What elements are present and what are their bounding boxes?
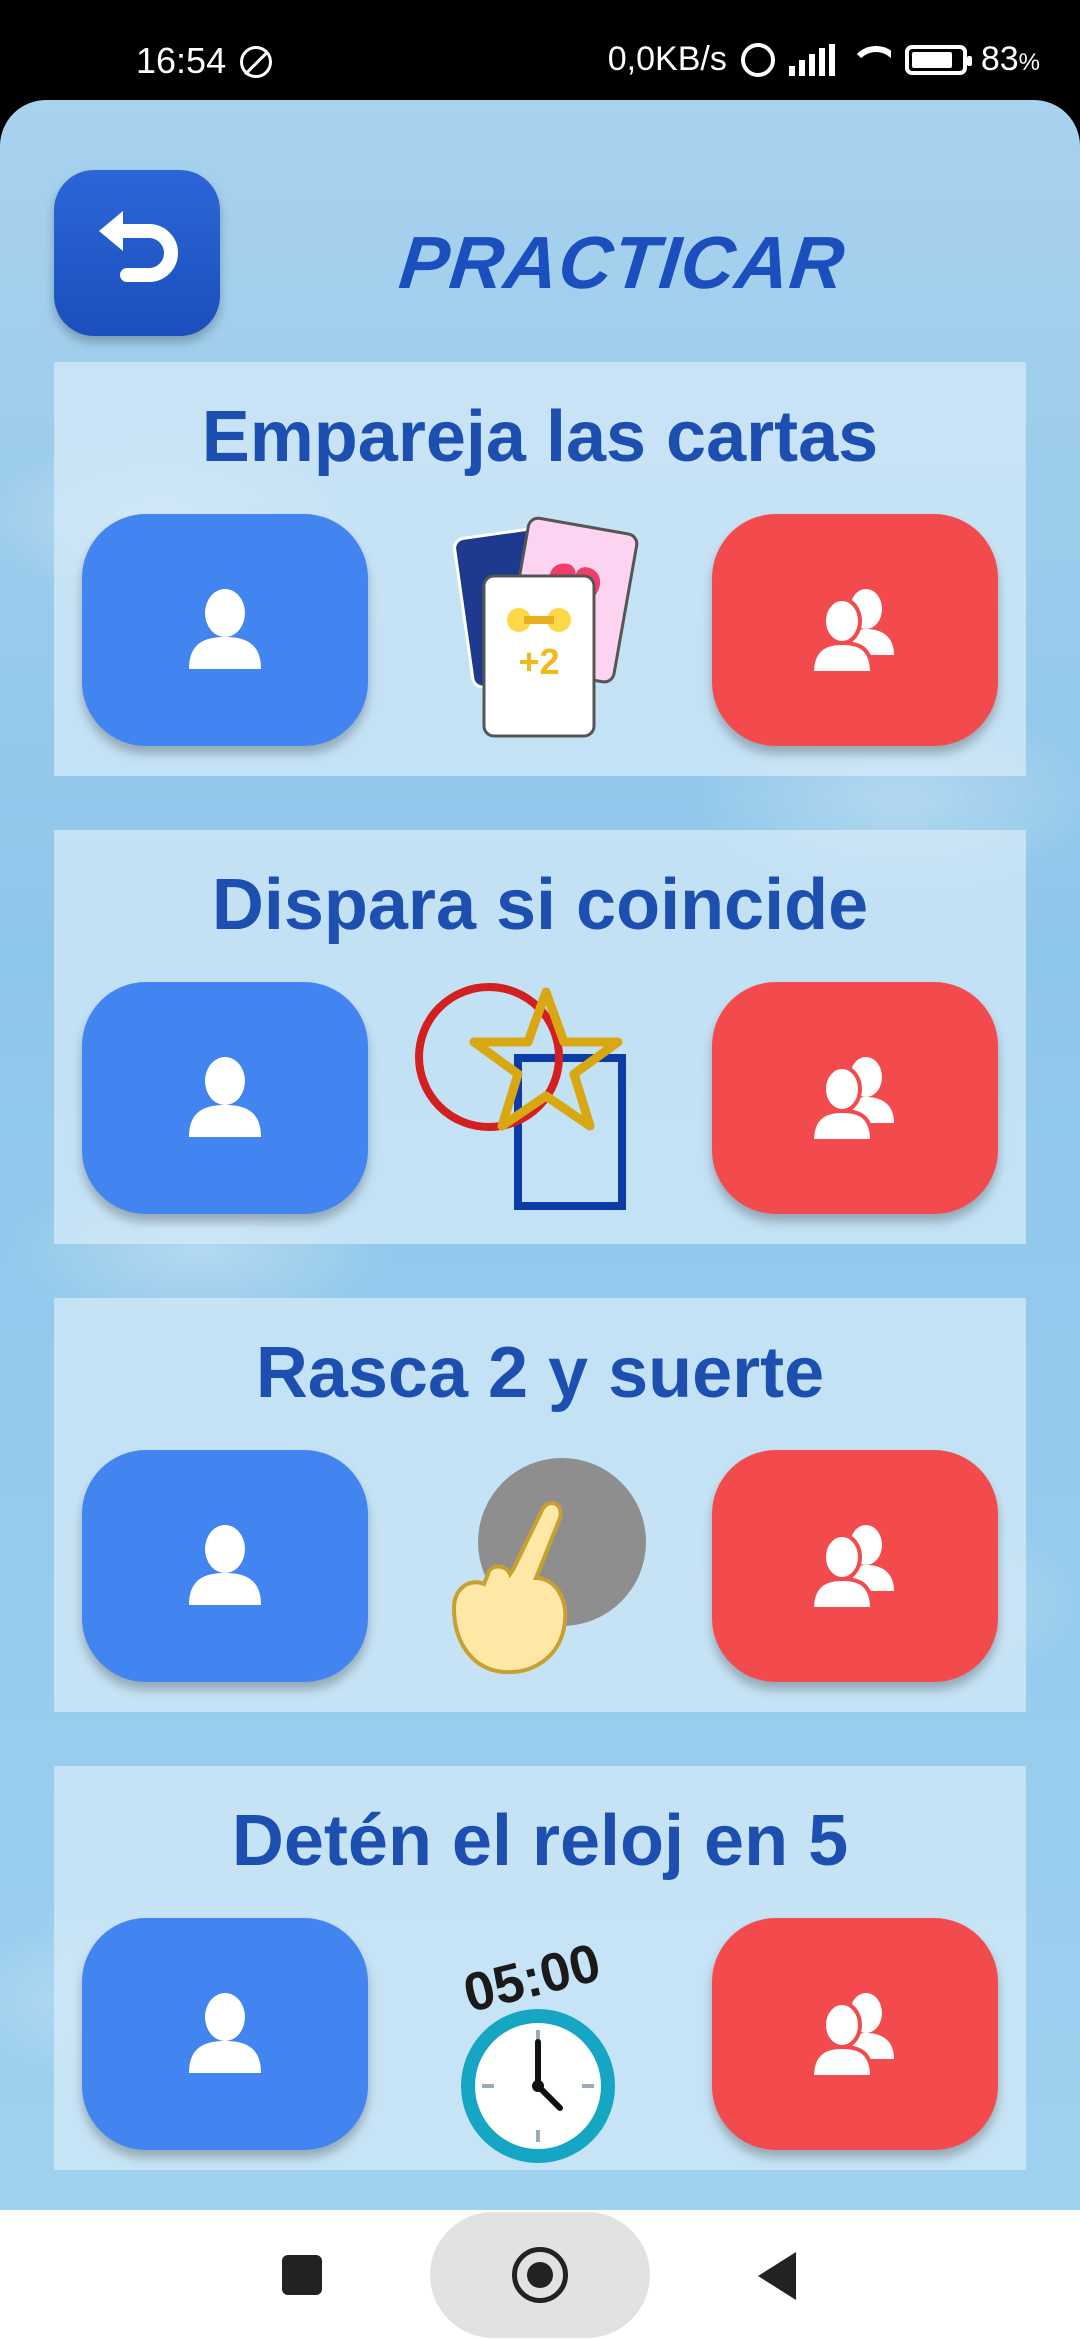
- clock-icon: 05:00: [414, 1906, 654, 2166]
- wifi-icon: [848, 44, 891, 76]
- multiplayer-button[interactable]: [712, 982, 998, 1214]
- home-button[interactable]: [512, 2247, 568, 2303]
- single-player-button[interactable]: [82, 1450, 368, 1682]
- single-player-button[interactable]: [82, 982, 368, 1214]
- game-card-scratch: Rasca 2 y suerte: [54, 1298, 1026, 1712]
- multiplayer-button[interactable]: [712, 1918, 998, 2150]
- game-card-match-cards: Empareja las cartas +2: [54, 362, 1026, 776]
- game-title: Dispara si coincide: [211, 865, 869, 945]
- back-arrow-icon: [99, 211, 178, 282]
- scratch-icon: [414, 1438, 654, 1698]
- recent-apps-button[interactable]: [282, 2255, 322, 2295]
- shapes-icon: [414, 970, 654, 1230]
- multiplayer-button[interactable]: [712, 514, 998, 746]
- game-title: Empareja las cartas: [201, 397, 879, 477]
- back-button[interactable]: [54, 170, 220, 336]
- person-icon: [189, 1525, 261, 1605]
- single-player-button[interactable]: [82, 514, 368, 746]
- app-surface: PRACTICAR Empareja las cartas +2 Dispara…: [0, 100, 1080, 2210]
- status-bar: 16:54 0,0KB/s 83%: [0, 0, 1080, 110]
- navigation-bar: [0, 2210, 1080, 2340]
- status-right: 0,0KB/s 83%: [608, 40, 1040, 79]
- game-title: Rasca 2 y suerte: [255, 1333, 825, 1413]
- person-icon: [189, 1993, 261, 2073]
- person-icon: [189, 1057, 261, 1137]
- single-player-button[interactable]: [82, 1918, 368, 2150]
- page-title: PRACTICAR: [395, 221, 850, 304]
- signal-icon: [788, 43, 835, 76]
- card-badge: +2: [518, 641, 559, 682]
- game-title: Detén el reloj en 5: [231, 1801, 849, 1881]
- person-icon: [189, 589, 261, 669]
- network-speed: 0,0KB/s: [607, 40, 727, 78]
- back-nav-button[interactable]: [758, 2252, 796, 2300]
- group-icon: [810, 1057, 894, 1143]
- game-card-shoot-match: Dispara si coincide: [54, 830, 1026, 1244]
- cards-icon: +2: [414, 502, 654, 762]
- alarm-icon: [740, 42, 775, 77]
- battery-percent: 83%: [980, 40, 1040, 78]
- status-time: 16:54: [136, 40, 227, 81]
- group-icon: [810, 1525, 894, 1611]
- do-not-disturb-icon: [240, 46, 272, 78]
- battery-icon: [904, 44, 972, 75]
- game-card-stop-clock: Detén el reloj en 5 05:00: [54, 1766, 1026, 2170]
- multiplayer-button[interactable]: [712, 1450, 998, 1682]
- group-icon: [810, 1993, 894, 2079]
- group-icon: [810, 589, 894, 675]
